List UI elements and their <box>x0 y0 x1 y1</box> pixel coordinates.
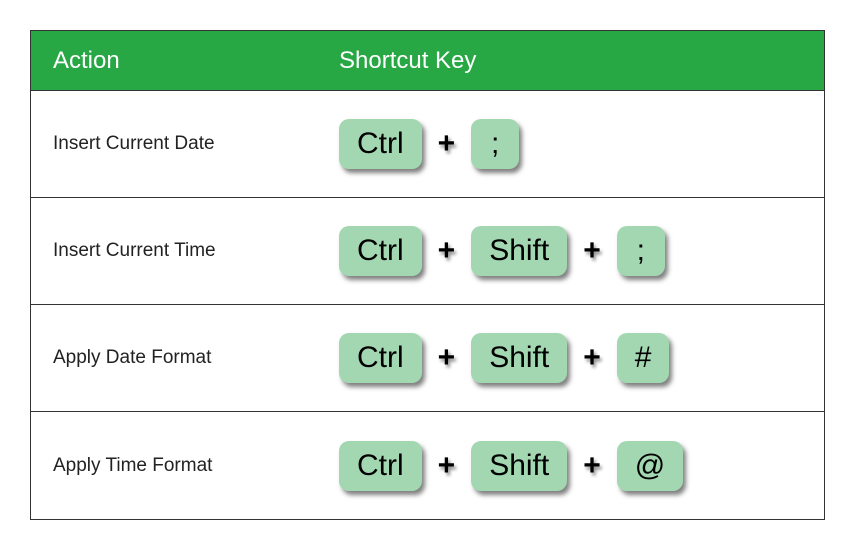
plus-icon: + <box>434 449 460 483</box>
key-cap: Ctrl <box>339 226 422 276</box>
key-cap: Ctrl <box>339 333 422 383</box>
shortcut-keys: Ctrl + ; <box>339 91 824 197</box>
table-row: Insert Current Time Ctrl + Shift + ; <box>31 198 824 305</box>
action-label: Insert Current Date <box>31 91 339 197</box>
key-cap: Ctrl <box>339 119 422 169</box>
key-cap: ; <box>617 226 665 276</box>
key-cap: Shift <box>471 333 567 383</box>
header-shortcut: Shortcut Key <box>339 31 824 90</box>
key-cap: ; <box>471 119 519 169</box>
key-cap: @ <box>617 441 683 491</box>
plus-icon: + <box>434 127 460 161</box>
shortcut-keys: Ctrl + Shift + ; <box>339 198 824 304</box>
shortcut-keys: Ctrl + Shift + # <box>339 305 824 411</box>
shortcuts-table: Action Shortcut Key Insert Current Date … <box>30 30 825 520</box>
action-label: Insert Current Time <box>31 198 339 304</box>
key-cap: Shift <box>471 226 567 276</box>
table-row: Apply Date Format Ctrl + Shift + # <box>31 305 824 412</box>
table-header: Action Shortcut Key <box>31 31 824 91</box>
table-row: Apply Time Format Ctrl + Shift + @ <box>31 412 824 519</box>
key-cap: Ctrl <box>339 441 422 491</box>
key-cap: # <box>617 333 670 383</box>
plus-icon: + <box>434 341 460 375</box>
plus-icon: + <box>579 449 605 483</box>
key-cap: Shift <box>471 441 567 491</box>
action-label: Apply Date Format <box>31 305 339 411</box>
shortcut-keys: Ctrl + Shift + @ <box>339 412 824 519</box>
plus-icon: + <box>434 234 460 268</box>
action-label: Apply Time Format <box>31 412 339 519</box>
table-row: Insert Current Date Ctrl + ; <box>31 91 824 198</box>
plus-icon: + <box>579 234 605 268</box>
plus-icon: + <box>579 341 605 375</box>
header-action: Action <box>31 31 339 90</box>
